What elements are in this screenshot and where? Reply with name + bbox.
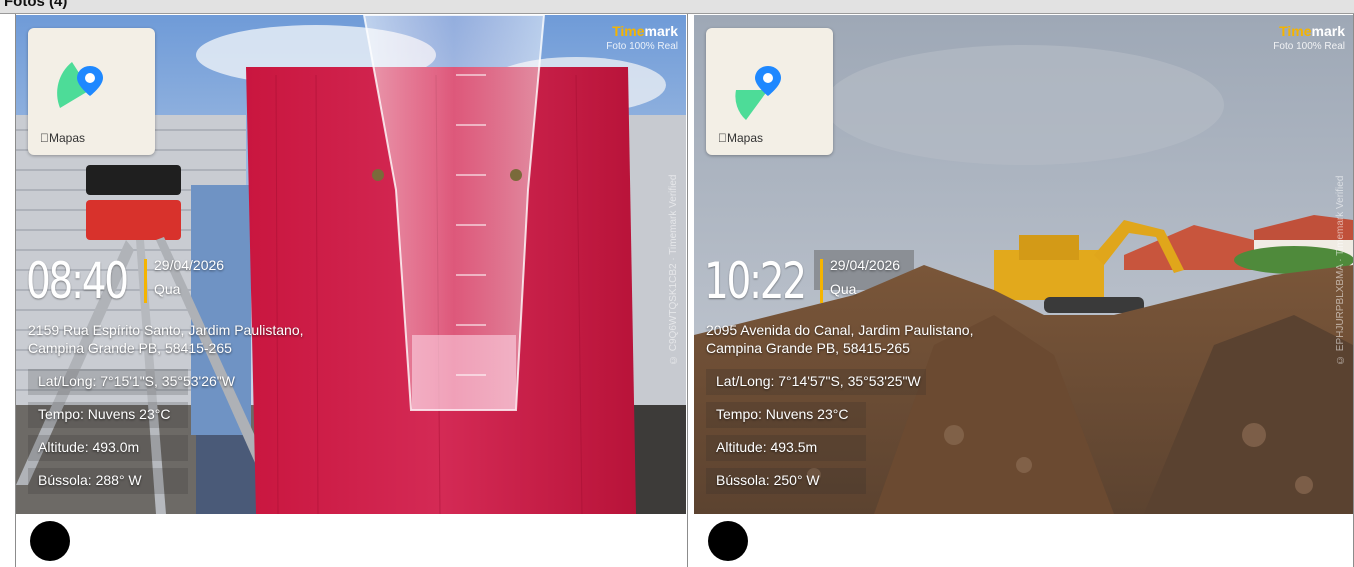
map-thumbnail[interactable]: Mapas <box>28 28 155 155</box>
time-separator <box>144 259 147 303</box>
latlong-text: Lat/Long: 7°14'57"S, 35°53'25"W <box>716 373 921 389</box>
timemark-brand: Timemark Foto 100% Real <box>1273 23 1345 52</box>
weather-text: Tempo: Nuvens 23°C <box>38 406 171 422</box>
altitude-text: Altitude: 493.0m <box>38 439 140 455</box>
time-text: 08:40 <box>26 252 129 310</box>
location-map <box>57 62 103 108</box>
brand-tagline: Foto 100% Real <box>606 41 678 52</box>
avatar[interactable] <box>708 521 748 561</box>
verification-code: © C9Q6WTQSK1CB2 · Timemark Verified <box>668 174 679 366</box>
weekday-text: Qua <box>830 281 857 297</box>
time-text: 10:22 <box>704 252 807 310</box>
time-separator <box>820 259 823 303</box>
section-title: Fotos (4) <box>4 0 68 10</box>
apple-logo-icon:  <box>718 131 727 145</box>
map-label: Mapas <box>40 131 85 145</box>
brand-tagline: Foto 100% Real <box>1273 41 1345 52</box>
section-header: Fotos (4) <box>0 0 1354 14</box>
latlong-text: Lat/Long: 7°15'1"S, 35°53'26"W <box>38 373 235 389</box>
weather-text: Tempo: Nuvens 23°C <box>716 406 849 422</box>
verification-code: © EPHJURPBLXBMA · Timemark Verified <box>1335 175 1346 365</box>
address: 2095 Avenida do Canal, Jardim Paulistano… <box>706 322 974 356</box>
location-map <box>735 66 781 120</box>
date-text: 29/04/2026 <box>830 257 901 273</box>
timemark-brand: Timemark Foto 100% Real <box>606 23 678 52</box>
map-thumbnail[interactable]: Mapas <box>706 28 833 155</box>
date-text: 29/04/2026 <box>154 257 225 273</box>
direction-cone-icon <box>735 90 768 120</box>
avatar[interactable] <box>30 521 70 561</box>
map-label: Mapas <box>718 131 763 145</box>
photo-card-1[interactable]: Mapas Timemark Foto 100% Real © C9Q6WTQ… <box>16 15 686 514</box>
apple-logo-icon:  <box>40 131 49 145</box>
compass-text: Bússola: 288° W <box>38 472 142 488</box>
address: 2159 Rua Espírito Santo, Jardim Paulista… <box>28 322 304 356</box>
altitude-text: Altitude: 493.5m <box>716 439 818 455</box>
photo-card-2[interactable]: Mapas Timemark Foto 100% Real © EPHJURP… <box>694 15 1353 514</box>
compass-text: Bússola: 250° W <box>716 472 820 488</box>
grid-divider <box>687 14 688 567</box>
weekday-text: Qua <box>154 281 181 297</box>
